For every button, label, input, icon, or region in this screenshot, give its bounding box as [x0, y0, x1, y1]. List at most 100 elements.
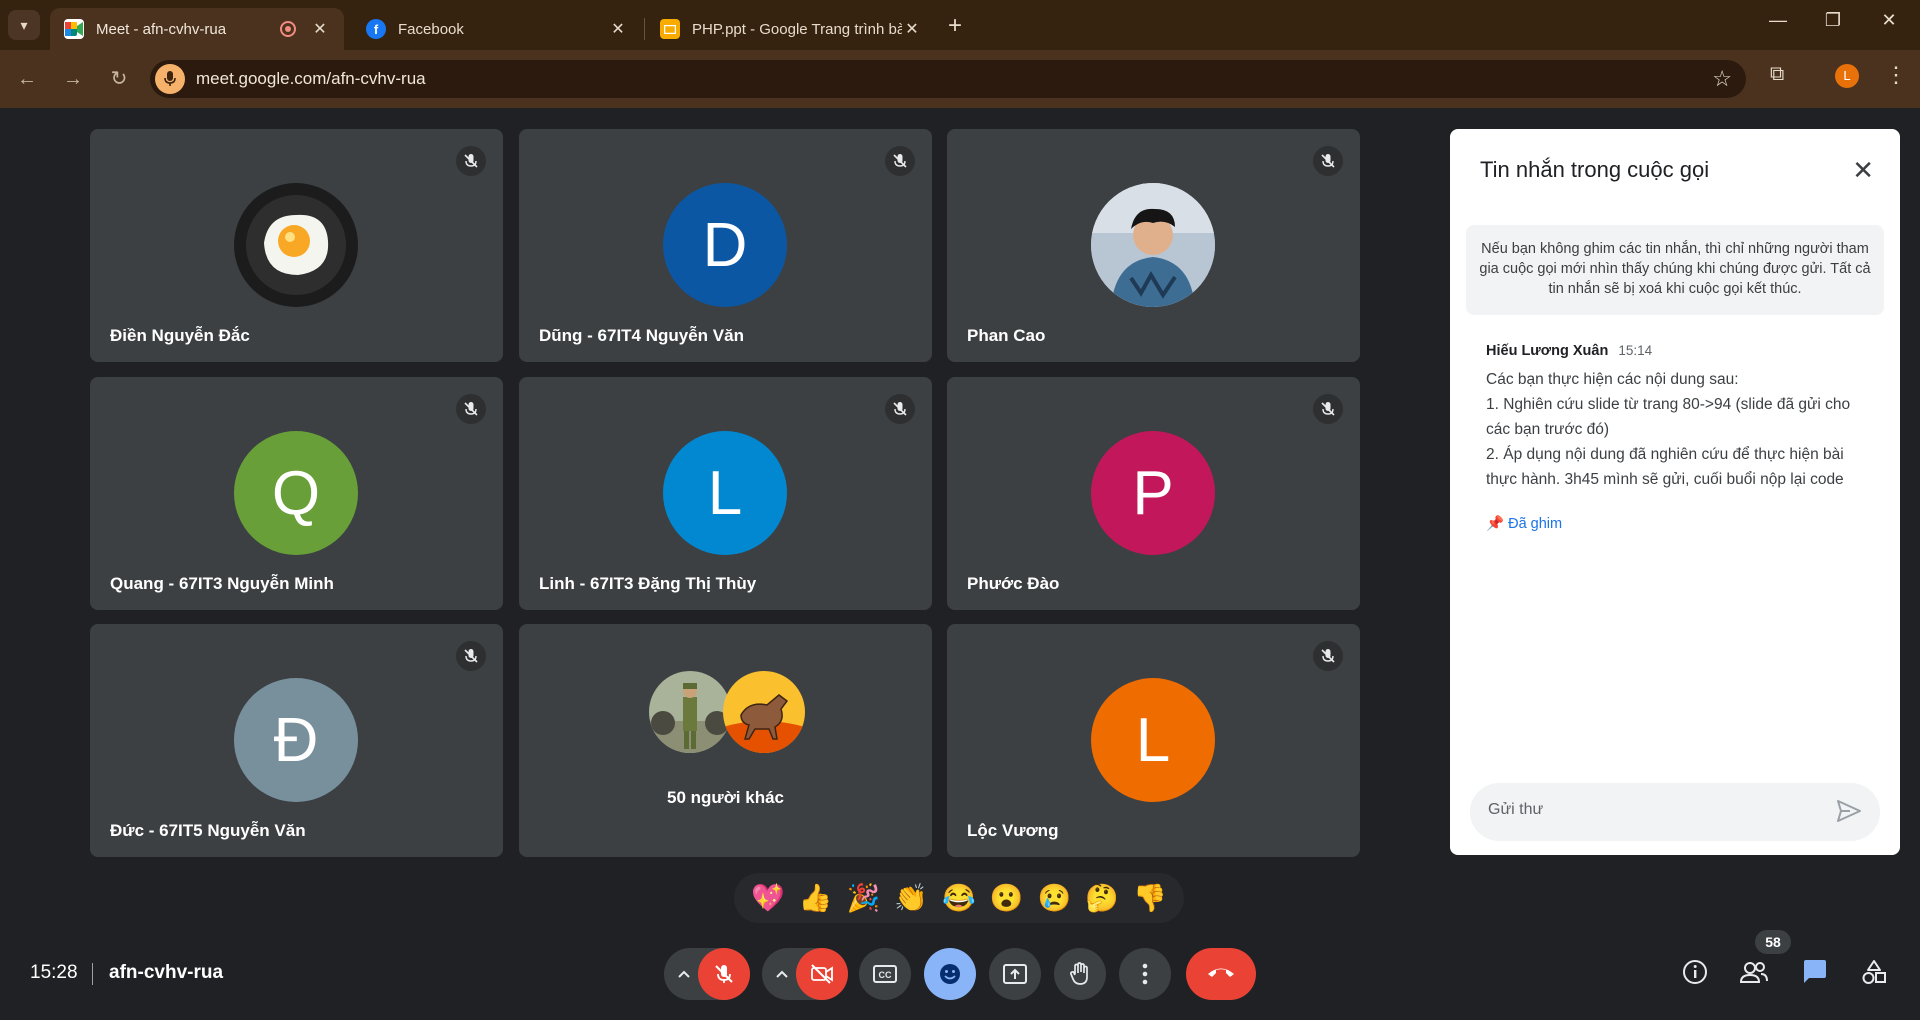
participant-name: Lộc Vương: [967, 821, 1059, 840]
reaction-thinking[interactable]: 🤔: [1082, 882, 1122, 914]
participant-tile[interactable]: Điền Nguyễn Đắc: [90, 129, 503, 362]
meeting-info-button[interactable]: [1675, 954, 1715, 994]
avatar-initial: D: [663, 183, 787, 307]
reaction-joy[interactable]: 😂: [939, 882, 979, 914]
participant-tile[interactable]: Q Quang - 67IT3 Nguyễn Minh: [90, 377, 503, 610]
raise-hand-button[interactable]: [1054, 948, 1106, 1000]
present-screen-button[interactable]: [989, 948, 1041, 1000]
mic-toggle-button[interactable]: [698, 948, 750, 1000]
bookmark-star-icon[interactable]: ☆: [1712, 66, 1732, 92]
tab-slides[interactable]: PHP.ppt - Google Trang trình bày ✕: [646, 8, 936, 50]
mic-off-icon: [1313, 146, 1343, 176]
reaction-thumbs-up[interactable]: 👍: [796, 882, 836, 914]
leave-call-button[interactable]: [1186, 948, 1256, 1000]
reaction-party-popper[interactable]: 🎉: [843, 882, 883, 914]
participant-tile[interactable]: Phan Cao: [947, 129, 1360, 362]
camera-off-icon: [796, 948, 848, 1000]
reaction-thumbs-down[interactable]: 👎: [1130, 882, 1170, 914]
avatar-photo-horse: [723, 671, 805, 753]
closed-captions-icon: CC: [859, 948, 911, 1000]
close-tab-icon[interactable]: ✕: [608, 19, 628, 39]
close-icon[interactable]: ✕: [1852, 155, 1874, 186]
sender-name: Hiếu Lương Xuân: [1486, 343, 1609, 359]
message-body: Các bạn thực hiện các nội dung sau: 1. N…: [1486, 367, 1876, 492]
captions-button[interactable]: CC: [859, 948, 911, 1000]
minimize-icon[interactable]: —: [1755, 10, 1801, 31]
profile-avatar[interactable]: L: [1835, 64, 1859, 88]
mic-off-icon: [456, 641, 486, 671]
tab-separator: [644, 18, 645, 40]
activities-button[interactable]: [1854, 954, 1894, 994]
avatar-initial: L: [663, 431, 787, 555]
hand-icon: [1054, 948, 1106, 1000]
meeting-code: afn-cvhv-rua: [109, 962, 224, 983]
close-tab-icon[interactable]: ✕: [902, 19, 922, 39]
svg-text:CC: CC: [879, 970, 892, 980]
mic-off-icon: [1313, 394, 1343, 424]
reaction-sparkling-heart[interactable]: 💖: [748, 882, 788, 914]
reactions-button[interactable]: [924, 948, 976, 1000]
participant-name: Phước Đào: [967, 574, 1060, 593]
tab-facebook[interactable]: f Facebook ✕: [352, 8, 642, 50]
address-bar[interactable]: meet.google.com/afn-cvhv-rua ☆: [150, 60, 1746, 98]
pinned-indicator[interactable]: 📌 Đã ghim: [1486, 515, 1562, 532]
present-upload-icon: [989, 948, 1041, 1000]
message-input[interactable]: [1488, 801, 1818, 819]
browser-tab-bar: ▾ Meet - afn-cvhv-rua ✕ f Facebook ✕ PHP…: [0, 0, 1920, 50]
browser-menu-icon[interactable]: ⋮: [1885, 62, 1907, 88]
message-line: Các bạn thực hiện các nội dung sau:: [1486, 371, 1739, 388]
reload-icon[interactable]: ↻: [104, 64, 134, 94]
restore-icon[interactable]: ❐: [1810, 10, 1856, 31]
emoji-smile-icon: [924, 948, 976, 1000]
participant-tile[interactable]: Đ Đức - 67IT5 Nguyễn Văn: [90, 624, 503, 857]
avatar-photo-person: [1091, 183, 1215, 307]
send-icon[interactable]: [1836, 799, 1862, 828]
participant-name: Quang - 67IT3 Nguyễn Minh: [110, 574, 334, 593]
message-sender: Hiếu Lương Xuân 15:14: [1486, 343, 1652, 359]
participant-name: Phan Cao: [967, 326, 1046, 345]
camera-toggle-button[interactable]: [796, 948, 848, 1000]
message-line: 1. Nghiên cứu slide từ trang 80->94 (sli…: [1486, 396, 1851, 438]
meet-main: Điền Nguyễn Đắc D Dũng - 67IT4 Nguyễn Vă…: [0, 108, 1920, 1020]
mic-off-icon: [698, 948, 750, 1000]
extensions-puzzle-icon[interactable]: ⧉: [1770, 63, 1784, 86]
tab-list-button[interactable]: ▾: [8, 10, 40, 40]
chat-button[interactable]: [1795, 954, 1835, 994]
avatar-initial: Q: [234, 431, 358, 555]
tab-title: PHP.ppt - Google Trang trình bày: [692, 20, 902, 38]
participant-tile[interactable]: L Lộc Vương: [947, 624, 1360, 857]
more-vert-icon: [1119, 948, 1171, 1000]
participant-tile[interactable]: P Phước Đào: [947, 377, 1360, 610]
mic-options-chevron-icon[interactable]: [668, 948, 700, 1000]
pinned-label: Đã ghim: [1508, 516, 1563, 532]
close-tab-icon[interactable]: ✕: [310, 19, 330, 39]
pin-icon: 📌: [1486, 516, 1505, 532]
microphone-in-use-icon[interactable]: [155, 64, 185, 94]
avatar-initial: P: [1091, 431, 1215, 555]
phone-hangup-icon: [1206, 965, 1236, 984]
tab-meet[interactable]: Meet - afn-cvhv-rua ✕: [50, 8, 344, 50]
google-slides-icon: [660, 19, 680, 39]
divider: [92, 963, 93, 985]
reaction-clapping[interactable]: 👏: [891, 882, 931, 914]
new-tab-button[interactable]: +: [948, 12, 962, 40]
reaction-crying[interactable]: 😢: [1034, 882, 1074, 914]
back-arrow-icon[interactable]: ←: [12, 64, 42, 94]
reaction-surprised[interactable]: 😮: [987, 882, 1027, 914]
forward-arrow-icon[interactable]: →: [58, 64, 88, 94]
people-button[interactable]: [1734, 954, 1774, 994]
meeting-clock: 15:28: [30, 962, 78, 983]
more-options-button[interactable]: [1119, 948, 1171, 1000]
participant-name: Linh - 67IT3 Đặng Thị Thùy: [539, 574, 757, 593]
participant-tile[interactable]: L Linh - 67IT3 Đặng Thị Thùy: [519, 377, 932, 610]
camera-options-chevron-icon[interactable]: [766, 948, 798, 1000]
message-line: 2. Áp dụng nội dung đã nghiên cứu để thự…: [1486, 446, 1844, 488]
close-window-icon[interactable]: ✕: [1866, 10, 1912, 31]
others-tile[interactable]: 50 người khác: [519, 624, 932, 857]
avatar-initial: Đ: [234, 678, 358, 802]
message-composer: [1470, 783, 1880, 841]
participant-tile[interactable]: D Dũng - 67IT4 Nguyễn Văn: [519, 129, 932, 362]
info-icon: [1682, 959, 1708, 990]
people-icon: [1739, 960, 1769, 989]
avatar-photo-soldier: [649, 671, 731, 753]
